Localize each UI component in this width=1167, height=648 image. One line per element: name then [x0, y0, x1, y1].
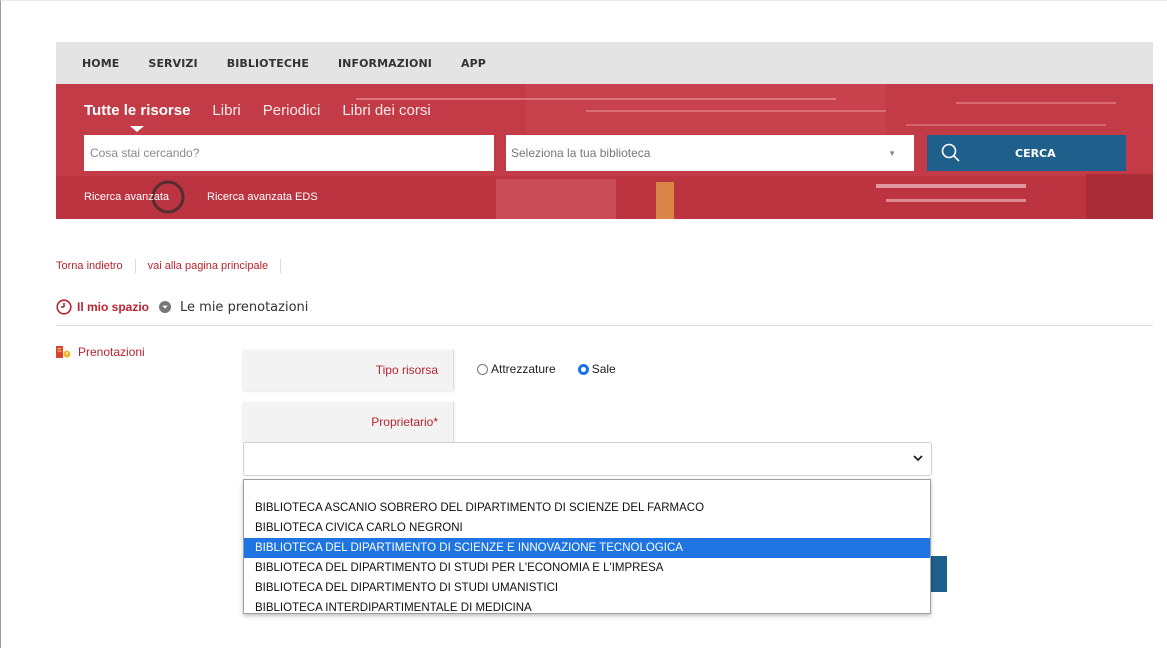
nav-biblioteche[interactable]: BIBLIOTECHE	[227, 57, 309, 70]
advanced-search-link[interactable]: Ricerca avanzata	[84, 191, 169, 203]
tab-course-books[interactable]: Libri dei corsi	[342, 102, 430, 119]
tab-books[interactable]: Libri	[212, 102, 240, 119]
radio-rooms[interactable]	[577, 363, 589, 375]
owner-option-highlighted[interactable]: BIBLIOTECA DEL DIPARTIMENTO DI SCIENZE E…	[244, 538, 930, 558]
owner-option[interactable]: BIBLIOTECA CIVICA CARLO NEGRONI	[244, 518, 930, 538]
radio-equipment-label: Attrezzature	[491, 362, 556, 376]
library-select[interactable]: Seleziona la tua biblioteca ▼	[506, 135, 914, 171]
caret-down-icon: ▼	[888, 149, 896, 158]
sidebar-item-reservations[interactable]: Prenotazioni	[56, 345, 145, 359]
resource-type-label: Tipo risorsa	[243, 350, 454, 390]
page-title: Il mio spazio Le mie prenotazioni	[56, 299, 308, 315]
owner-label-text: Proprietario*	[371, 415, 438, 429]
owner-option[interactable]: BIBLIOTECA DEL DIPARTIMENTO DI STUDI UMA…	[244, 578, 930, 598]
breadcrumb: Torna indietro vai alla pagina principal…	[56, 259, 293, 273]
search-icon	[941, 143, 960, 162]
current-page-title: Le mie prenotazioni	[180, 299, 309, 315]
sidebar-item-label: Prenotazioni	[78, 345, 145, 359]
owner-label: Proprietario*	[243, 402, 454, 442]
back-link[interactable]: Torna indietro	[56, 260, 123, 272]
owner-option[interactable]: BIBLIOTECA ASCANIO SOBRERO DEL DIPARTIME…	[244, 498, 930, 518]
radio-rooms-label: Sale	[591, 362, 616, 376]
clock-icon	[56, 299, 72, 315]
nav-informazioni[interactable]: INFORMAZIONI	[338, 57, 432, 70]
radio-option-rooms[interactable]: Sale	[577, 362, 616, 376]
page: HOME SERVIZI BIBLIOTECHE INFORMAZIONI AP…	[0, 0, 1167, 648]
reservations-icon	[56, 346, 71, 358]
tab-all-resources[interactable]: Tutte le risorse	[84, 102, 190, 132]
search-button-label: CERCA	[1015, 146, 1056, 160]
radio-equipment[interactable]	[477, 363, 488, 375]
resource-tabs: Tutte le risorse Libri Periodici Libri d…	[84, 102, 453, 132]
breadcrumb-divider	[280, 259, 282, 273]
library-select-value: Seleziona la tua biblioteca	[511, 146, 651, 160]
search-button[interactable]: CERCA	[927, 135, 1126, 171]
owner-option[interactable]: BIBLIOTECA INTERDIPARTIMENTALE DI MEDICI…	[244, 598, 930, 618]
home-link[interactable]: vai alla pagina principale	[148, 260, 268, 272]
owner-dropdown-list: BIBLIOTECA ASCANIO SOBRERO DEL DIPARTIME…	[243, 479, 931, 614]
chevron-down-circle-icon	[159, 301, 172, 313]
owner-select[interactable]	[243, 442, 932, 476]
advanced-search-eds-link[interactable]: Ricerca avanzata EDS	[207, 191, 318, 203]
search-input[interactable]	[84, 135, 494, 171]
my-space-link[interactable]: Il mio spazio	[77, 300, 149, 314]
search-hero: Tutte le risorse Libri Periodici Libri d…	[56, 84, 1153, 219]
chevron-down-icon	[913, 455, 923, 462]
nav-home[interactable]: HOME	[82, 57, 119, 70]
owner-option[interactable]: BIBLIOTECA DEL DIPARTIMENTO DI STUDI PER…	[244, 558, 930, 578]
breadcrumb-divider	[134, 259, 136, 273]
tab-periodicals[interactable]: Periodici	[263, 102, 321, 119]
radio-option-equipment[interactable]: Attrezzature	[477, 362, 556, 376]
nav-servizi[interactable]: SERVIZI	[148, 57, 197, 70]
advanced-search-links: Ricerca avanzata Ricerca avanzata EDS	[84, 191, 356, 203]
top-navigation: HOME SERVIZI BIBLIOTECHE INFORMAZIONI AP…	[56, 42, 1153, 84]
nav-app[interactable]: APP	[461, 57, 486, 70]
divider	[56, 325, 1153, 326]
resource-type-label-text: Tipo risorsa	[375, 363, 438, 377]
resource-type-radios: Attrezzature Sale	[477, 362, 638, 376]
